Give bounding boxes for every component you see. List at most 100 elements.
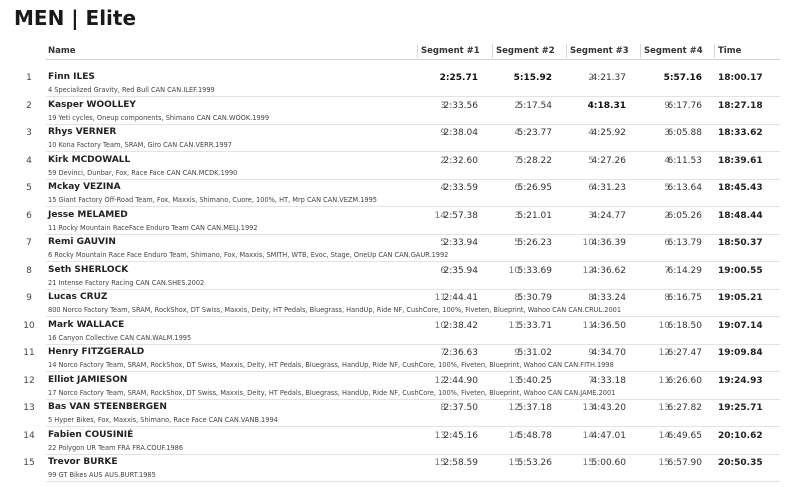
segment-time: 6:05.26 — [667, 210, 702, 221]
segment-time: 5:37.18 — [517, 403, 552, 413]
total-time: 19:09.84 — [718, 348, 763, 358]
result-row[interactable]: 15 Trevor BURKE 99 GT Bikes AUS AUS.BURT.1… — [0, 455, 800, 482]
segment-time: 5:33.71 — [517, 320, 552, 331]
segment-time: 5:26.23 — [517, 238, 552, 248]
segment-time: 5:28.22 — [517, 155, 552, 166]
segment-2-cell: 12 5:37.18 — [482, 403, 552, 415]
result-row[interactable]: 4 Kirk MCDOWALL 59 Devinci, Dunbar, Fox, R… — [0, 153, 800, 180]
result-row[interactable]: 6 Jesse MELAMED 11 Rocky Mountain RaceFace… — [0, 208, 800, 235]
rider-details: 19 Yeti cycles, Oneup components, Shiman… — [48, 113, 270, 122]
segment-time: 6:26.60 — [667, 375, 702, 386]
segment-2-cell: 14 5:48.78 — [482, 431, 552, 443]
result-row[interactable]: 7 Remi GAUVIN 6 Rocky Mountain Race Face E… — [0, 235, 800, 262]
segment-time: 6:14.29 — [667, 265, 702, 276]
rider-position: 6 — [26, 210, 32, 221]
segment-time: 5:57.16 — [663, 73, 702, 83]
segment-4-cell: 14 6:49.65 — [632, 431, 702, 443]
rider-details: 59 Devinci, Dunbar, Fox, Race Face CAN C… — [48, 168, 238, 177]
result-row[interactable]: 5 Mckay VEZINA 15 Giant Factory Off-Road T… — [0, 180, 800, 207]
segment-2-cell: 11 5:33.71 — [482, 321, 552, 333]
segment-time: 6:13.79 — [667, 238, 702, 248]
segment-2-cell: 10 5:33.69 — [482, 266, 552, 278]
segment-4-cell: 12 6:27.47 — [632, 348, 702, 360]
segment-time: 4:18.31 — [587, 100, 626, 111]
rider-name[interactable]: Kirk MCDOWALL — [48, 155, 130, 165]
rider-details: 11 Rocky Mountain RaceFace Enduro Team C… — [48, 223, 258, 232]
segment-time: 5:33.69 — [517, 265, 552, 276]
segment-3-cell: 7 4:33.18 — [556, 376, 626, 388]
segment-1-cell: 10 2:38.42 — [408, 321, 478, 333]
rider-name[interactable]: Fabien COUSINIÉ — [48, 430, 133, 440]
segment-time: 5:53.26 — [517, 458, 552, 468]
rider-details: 21 Intense Factory Racing CAN CAN.SHES.2… — [48, 278, 205, 287]
column-header-segment-1[interactable]: Segment #1 — [421, 46, 480, 56]
total-time: 19:07.14 — [718, 320, 763, 331]
rider-position: 15 — [23, 458, 35, 468]
rider-name[interactable]: Mark WALLACE — [48, 320, 124, 330]
row-divider — [46, 481, 780, 482]
segment-time: 6:17.76 — [667, 100, 702, 111]
segment-time: 5:17.54 — [517, 100, 552, 111]
segment-time: 6:57.90 — [667, 458, 702, 468]
rider-name[interactable]: Seth SHERLOCK — [48, 265, 128, 275]
segment-time: 2:32.60 — [443, 155, 478, 166]
segment-time: 5:23.77 — [517, 128, 552, 138]
segment-3-cell: 14 4:47.01 — [556, 431, 626, 443]
segment-time: 4:25.92 — [591, 128, 626, 138]
segment-time: 6:05.88 — [667, 128, 702, 138]
column-divider — [714, 44, 715, 58]
column-header-time[interactable]: Time — [718, 46, 741, 56]
result-row[interactable]: 9 Lucas CRUZ 800 Norco Factory Team, SRAM,… — [0, 290, 800, 317]
segment-time: 6:13.64 — [667, 183, 702, 193]
segment-1-cell: 8 2:37.50 — [408, 403, 478, 415]
rider-position: 14 — [23, 430, 35, 441]
total-time: 19:25.71 — [718, 403, 763, 413]
segment-time: 5:21.01 — [517, 210, 552, 221]
segment-4-cell: 7 6:14.29 — [632, 266, 702, 278]
segment-3-cell: 4:18.31 — [556, 101, 626, 113]
rider-name[interactable]: Mckay VEZINA — [48, 182, 121, 192]
segment-2-cell: 8 5:30.79 — [482, 293, 552, 305]
result-row[interactable]: 1 Finn ILES 4 Specialized Gravity, Red Bul… — [0, 70, 800, 97]
segment-3-cell: 15 5:00.60 — [556, 458, 626, 470]
result-row[interactable]: 8 Seth SHERLOCK 21 Intense Factory Racing … — [0, 263, 800, 290]
rider-name[interactable]: Bas VAN STEENBERGEN — [48, 402, 167, 412]
segment-1-cell: 15 2:58.59 — [408, 458, 478, 470]
rider-name[interactable]: Finn ILES — [48, 72, 95, 82]
total-time: 19:24.93 — [718, 375, 763, 386]
segment-1-cell: 2 2:32.60 — [408, 156, 478, 168]
rider-name[interactable]: Trevor BURKE — [48, 457, 118, 467]
result-row[interactable]: 3 Rhys VERNER 10 Kona Factory Team, SRAM, … — [0, 125, 800, 152]
header-divider — [46, 59, 780, 60]
result-row[interactable]: 14 Fabien COUSINIÉ 22 Polygon UR Team FRA … — [0, 428, 800, 455]
rider-name[interactable]: Kasper WOOLLEY — [48, 100, 136, 110]
segment-time: 2:36.63 — [443, 348, 478, 358]
result-row[interactable]: 13 Bas VAN STEENBERGEN 5 Hyper Bikes, Fox,… — [0, 400, 800, 427]
segment-time: 4:34.70 — [591, 348, 626, 358]
column-header-segment-4[interactable]: Segment #4 — [644, 46, 703, 56]
column-header-segment-3[interactable]: Segment #3 — [570, 46, 629, 56]
rider-name[interactable]: Elliot JAMIESON — [48, 375, 127, 385]
rider-name[interactable]: Remi GAUVIN — [48, 237, 116, 247]
result-row[interactable]: 2 Kasper WOOLLEY 19 Yeti cycles, Oneup com… — [0, 98, 800, 125]
rider-details: 4 Specialized Gravity, Red Bull CAN CAN.… — [48, 86, 215, 94]
column-header-segment-2[interactable]: Segment #2 — [496, 46, 555, 56]
segment-time: 4:24.77 — [591, 210, 626, 221]
rider-name[interactable]: Henry FITZGERALD — [48, 347, 144, 357]
segment-time: 2:38.42 — [443, 320, 478, 331]
segment-1-cell: 2:25.71 — [408, 73, 478, 85]
result-row[interactable]: 12 Elliot JAMIESON 17 Norco Factory Team, … — [0, 373, 800, 400]
rider-name[interactable]: Rhys VERNER — [48, 127, 116, 137]
segment-3-cell: 13 4:43.20 — [556, 403, 626, 415]
rider-name[interactable]: Jesse MELAMED — [48, 210, 128, 220]
segment-time: 4:47.01 — [591, 430, 626, 441]
column-header-name[interactable]: Name — [48, 46, 75, 56]
rider-position: 10 — [23, 320, 35, 331]
segment-4-cell: 9 6:17.76 — [632, 101, 702, 113]
rider-name[interactable]: Lucas CRUZ — [48, 292, 107, 302]
segment-1-cell: 9 2:38.04 — [408, 128, 478, 140]
result-row[interactable]: 10 Mark WALLACE 16 Canyon Collective CAN C… — [0, 318, 800, 345]
rider-position: 13 — [23, 403, 35, 413]
segment-1-cell: 6 2:35.94 — [408, 266, 478, 278]
result-row[interactable]: 11 Henry FITZGERALD 14 Norco Factory Team,… — [0, 345, 800, 372]
